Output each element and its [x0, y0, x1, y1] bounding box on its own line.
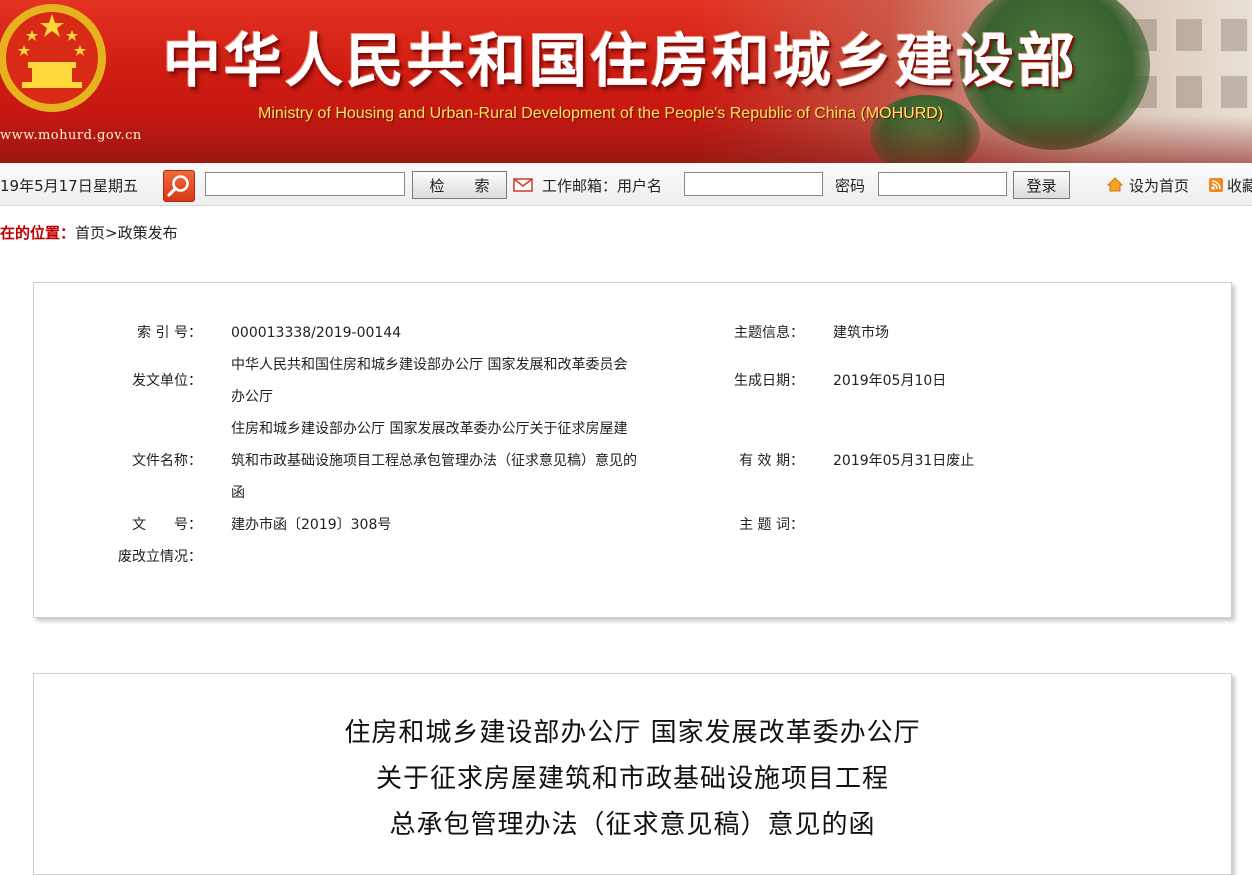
building-window	[1175, 75, 1203, 109]
site-subtitle: Ministry of Housing and Urban-Rural Deve…	[258, 105, 944, 122]
topic-label: 主题信息：	[734, 325, 804, 341]
home-icon	[1107, 177, 1123, 192]
rss-icon	[1209, 178, 1223, 192]
file-name-value: 住房和城乡建设部办公厅 国家发展改革委办公厅关于征求房屋建筑和市政基础设施项目工…	[231, 421, 637, 501]
file-name-label: 文件名称：	[132, 453, 202, 469]
document-number-value: 建办市函〔2019〕308号	[231, 517, 392, 533]
login-button[interactable]: 登录	[1013, 171, 1070, 199]
breadcrumb-home-link[interactable]: 首页	[75, 224, 105, 242]
password-label: 密码	[835, 177, 866, 195]
generation-date-label: 生成日期：	[734, 373, 804, 389]
toolbar: 19年5月17日 星期五 检 索 工作邮箱：用户名 密码 登录 设为首页 收藏	[0, 163, 1252, 206]
document-title-line-1: 住房和城乡建设部办公厅 国家发展改革委办公厅	[344, 718, 921, 748]
set-homepage-link[interactable]: 设为首页	[1129, 175, 1189, 196]
document-number-label: 文 号：	[132, 517, 202, 533]
search-icon	[167, 175, 189, 197]
issuer-value: 中华人民共和国住房和城乡建设部办公厅 国家发展和改革委员会办公厅	[231, 357, 628, 405]
breadcrumb-separator: >	[105, 224, 118, 242]
document-title-line-3: 总承包管理办法（征求意见稿）意见的函	[389, 810, 876, 840]
breadcrumb-current-link[interactable]: 政策发布	[118, 224, 178, 242]
site-title: 中华人民共和国住房和城乡建设部	[163, 27, 1079, 95]
document-info-panel: 索 引 号： 000013338/2019-00144 主题信息： 建筑市场 发…	[33, 282, 1232, 618]
search-button[interactable]: 检 索	[412, 171, 507, 199]
document-content-panel: 住房和城乡建设部办公厅 国家发展改革委办公厅 关于征求房屋建筑和市政基础设施项目…	[33, 673, 1232, 875]
building-window	[1175, 18, 1203, 52]
mail-username-input[interactable]	[684, 172, 823, 196]
validity-value: 2019年05月31日废止	[833, 453, 975, 469]
breadcrumb-label: 在的位置：	[0, 224, 76, 242]
search-icon-button[interactable]	[163, 170, 195, 202]
national-emblem-icon	[0, 4, 106, 112]
status-label: 废改立情况：	[118, 549, 202, 565]
current-weekday: 星期五	[93, 177, 139, 195]
breadcrumb: 在的位置：首页>政策发布	[0, 222, 178, 243]
site-banner: www.mohurd.gov.cn 中华人民共和国住房和城乡建设部 Minist…	[0, 0, 1252, 163]
bookmark-link[interactable]: 收藏	[1227, 175, 1252, 196]
building-window	[1220, 18, 1248, 52]
generation-date-value: 2019年05月10日	[833, 373, 947, 389]
site-url: www.mohurd.gov.cn	[0, 128, 142, 143]
mail-username-label: 工作邮箱：用户名	[542, 177, 663, 195]
password-input[interactable]	[878, 172, 1007, 196]
mail-icon	[513, 178, 533, 192]
issuer-label: 发文单位：	[132, 373, 202, 389]
index-number-value: 000013338/2019-00144	[231, 325, 402, 341]
index-number-label: 索 引 号：	[137, 325, 202, 341]
keywords-label: 主 题 词：	[739, 517, 804, 533]
topic-value: 建筑市场	[833, 325, 889, 341]
building-window	[1220, 75, 1248, 109]
search-input[interactable]	[205, 172, 405, 196]
validity-label: 有 效 期：	[739, 453, 804, 469]
current-date: 19年5月17日	[0, 177, 93, 195]
document-title-line-2: 关于征求房屋建筑和市政基础设施项目工程	[375, 764, 889, 794]
